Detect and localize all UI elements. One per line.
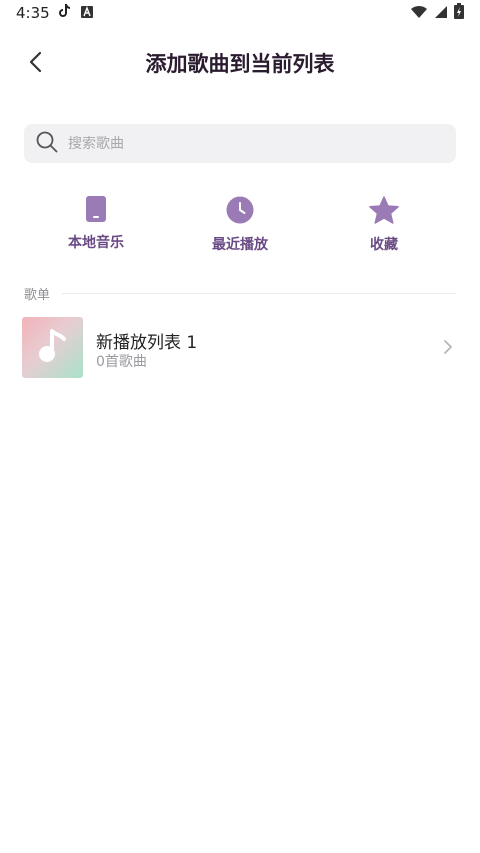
search-icon	[36, 131, 58, 157]
clock-icon	[226, 196, 254, 228]
page-title: 添加歌曲到当前列表	[145, 52, 335, 76]
status-right	[410, 3, 464, 23]
tiktok-icon	[58, 3, 72, 23]
star-icon	[369, 196, 399, 228]
status-time: 4:35	[16, 4, 50, 22]
section-title: 歌单	[24, 287, 51, 303]
recent-play-label: 最近播放	[212, 237, 268, 253]
playlist-song-count: 0首歌曲	[96, 354, 147, 370]
a-box-icon	[80, 4, 94, 23]
wifi-icon	[410, 4, 428, 23]
section-divider	[62, 292, 456, 294]
playlist-cover	[22, 317, 83, 378]
music-note-icon	[36, 327, 70, 369]
top-bar: 添加歌曲到当前列表	[0, 36, 480, 88]
status-bar: 4:35	[0, 0, 480, 26]
chevron-right-icon	[443, 339, 453, 359]
cell-signal-icon	[434, 4, 448, 23]
playlists-section-header: 歌单	[24, 283, 456, 303]
quick-actions: 本地音乐 最近播放 收藏	[0, 196, 480, 256]
recent-play-button[interactable]: 最近播放	[180, 196, 300, 254]
local-music-button[interactable]: 本地音乐	[36, 196, 156, 252]
playlist-name: 新播放列表 1	[96, 333, 198, 353]
battery-charging-icon	[454, 3, 464, 23]
favorites-button[interactable]: 收藏	[324, 196, 444, 254]
favorites-label: 收藏	[370, 237, 398, 253]
status-left: 4:35	[16, 3, 94, 23]
playlist-item[interactable]: 新播放列表 1 0首歌曲	[0, 312, 480, 384]
local-music-label: 本地音乐	[68, 235, 124, 251]
search-bar[interactable]	[24, 124, 456, 163]
search-input[interactable]	[66, 134, 430, 153]
phone-icon	[86, 196, 106, 226]
